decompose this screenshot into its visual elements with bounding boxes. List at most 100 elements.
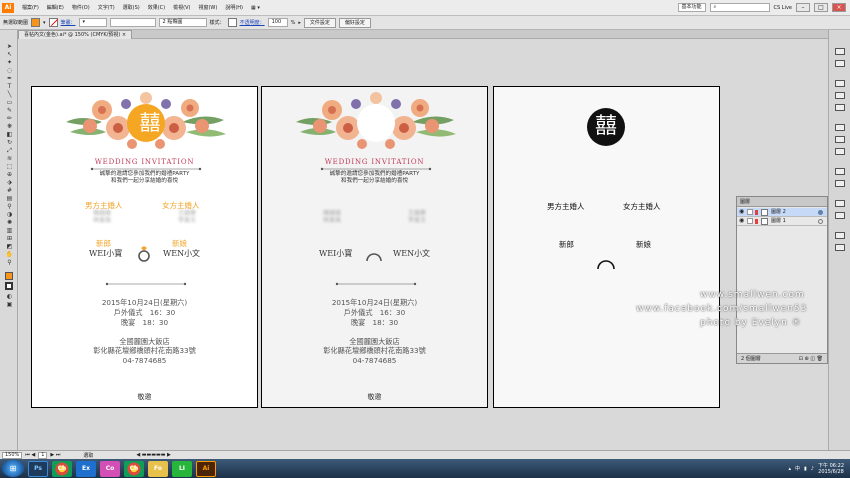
taskbar-chrome-2[interactable]: Ch — [124, 460, 144, 477]
menu-object[interactable]: 物件(O) — [68, 4, 94, 11]
cslive-button[interactable]: CS Live — [774, 5, 792, 11]
fill-swatch[interactable] — [31, 18, 41, 27]
lock-toggle-icon[interactable] — [747, 209, 753, 215]
minimize-button[interactable]: – — [796, 3, 810, 12]
fill-color-icon[interactable] — [5, 272, 13, 280]
input-method[interactable]: 中 — [795, 465, 800, 472]
artboards-panel-icon[interactable] — [835, 212, 845, 219]
menu-help[interactable]: 說明(H) — [221, 4, 247, 11]
taskbar-clock[interactable]: 下午 06:22 2015/6/28 — [818, 463, 844, 475]
selection-tool-icon[interactable]: ➤ — [5, 44, 14, 50]
variable-width-field[interactable] — [109, 18, 156, 27]
menu-select[interactable]: 選取(S) — [119, 4, 144, 11]
screen-mode-icon[interactable]: ▣ — [5, 302, 14, 308]
warp-tool-icon[interactable]: ≋ — [5, 156, 14, 162]
brush-definition-field[interactable]: 2 點橢圓 — [158, 18, 207, 27]
layer-name[interactable]: 圖層 2 — [771, 208, 786, 217]
lasso-tool-icon[interactable]: ◌ — [5, 68, 14, 74]
artboard-tool-icon[interactable]: ⊞ — [5, 236, 14, 242]
horizontal-scrollbar[interactable]: ◀ ▬▬▬▬▬ ▶ — [136, 452, 171, 458]
next-artboard-icon[interactable]: ▶ ⏭ — [50, 452, 60, 458]
symbol-sprayer-tool-icon[interactable]: ✺ — [5, 220, 14, 226]
network-icon[interactable]: ▮ — [804, 466, 807, 472]
target-circle-icon[interactable] — [818, 210, 823, 215]
start-button-icon[interactable]: ⊞ — [2, 460, 24, 477]
artboard-number-field[interactable]: 1 — [38, 451, 48, 459]
taskbar-chrome[interactable]: Ch — [52, 460, 72, 477]
color-guide-panel-icon[interactable] — [835, 60, 845, 67]
target-circle-icon[interactable] — [818, 219, 823, 224]
opacity-field[interactable]: 100 — [267, 18, 288, 27]
layer-actions-icons[interactable]: ⊡ ⊕ ◫ 🗑 — [799, 354, 823, 364]
symbols-panel-icon[interactable] — [835, 104, 845, 111]
drawing-mode-icon[interactable]: ◐ — [5, 294, 14, 300]
expand-arrow-icon[interactable]: ▸ — [298, 20, 301, 26]
layer-row[interactable]: ◉ 圖層 1 — [737, 217, 827, 226]
zoom-tool-icon[interactable]: ⚲ — [5, 260, 14, 266]
mesh-tool-icon[interactable]: # — [5, 188, 14, 194]
gradient-panel-icon[interactable] — [835, 136, 845, 143]
menu-type[interactable]: 文字(T) — [94, 4, 119, 11]
tray-arrow-icon[interactable]: ▴ — [789, 466, 792, 472]
taskbar-explorer[interactable]: Ex — [76, 460, 96, 477]
brushes-panel-icon[interactable] — [835, 92, 845, 99]
perspective-tool-icon[interactable]: ⬗ — [5, 180, 14, 186]
transparency-panel-icon[interactable] — [835, 148, 845, 155]
direct-selection-tool-icon[interactable]: ↖ — [5, 52, 14, 58]
line-tool-icon[interactable]: ╲ — [5, 92, 14, 98]
paintbrush-tool-icon[interactable]: ✎ — [5, 108, 14, 114]
close-tab-icon[interactable]: × — [122, 32, 126, 38]
free-transform-tool-icon[interactable]: ⬚ — [5, 164, 14, 170]
menu-edit[interactable]: 編輯(E) — [43, 4, 68, 11]
search-input[interactable]: ⌕ — [709, 3, 770, 12]
arrange-documents-icon[interactable]: ▦ ▾ — [247, 5, 264, 11]
workspace-switcher[interactable]: 基本功能 — [677, 3, 706, 12]
document-setup-button[interactable]: 文件設定 — [303, 17, 336, 28]
stroke-label[interactable]: 筆畫： — [61, 19, 76, 26]
menu-effect[interactable]: 效果(C) — [144, 4, 169, 11]
shape-builder-tool-icon[interactable]: ⊕ — [5, 172, 14, 178]
menu-window[interactable]: 視窗(W) — [194, 4, 221, 11]
taskbar-folder[interactable]: Fo — [148, 460, 168, 477]
layer-row[interactable]: ◉ 圖層 2 — [737, 208, 827, 217]
maximize-button[interactable]: □ — [814, 3, 828, 12]
appearance-panel-icon[interactable] — [835, 168, 845, 175]
hand-tool-icon[interactable]: ✋ — [5, 252, 14, 258]
blob-brush-tool-icon[interactable]: ❋ — [5, 124, 14, 130]
opacity-label[interactable]: 不透明度： — [240, 19, 265, 26]
color-panel-icon[interactable] — [835, 48, 845, 55]
pen-tool-icon[interactable]: ✒ — [5, 76, 14, 82]
stroke-swatch[interactable] — [48, 18, 58, 27]
lock-toggle-icon[interactable] — [747, 218, 753, 224]
artboard-floral[interactable]: WEDDING INVITATION 誠摯的邀請您參加我們的婚禮PARTY 和我… — [261, 86, 488, 408]
type-tool-icon[interactable]: T — [5, 84, 14, 90]
eyedropper-tool-icon[interactable]: ⚲ — [5, 204, 14, 210]
document-tab[interactable]: 喜帖內文(金色).ai* @ 150% (CMYK/預視) × — [18, 30, 133, 39]
menu-file[interactable]: 檔案(F) — [18, 4, 43, 11]
style-swatch[interactable] — [227, 18, 237, 27]
stroke-weight-field[interactable]: ▾ — [78, 18, 107, 27]
taskbar-illustrator[interactable]: Ai — [196, 460, 216, 477]
volume-icon[interactable]: ♪ — [811, 466, 814, 472]
preferences-button[interactable]: 偏好設定 — [338, 17, 371, 28]
layers-panel-tab[interactable]: 圖層 — [737, 197, 827, 207]
stroke-panel-icon[interactable] — [835, 124, 845, 131]
magic-wand-tool-icon[interactable]: ✦ — [5, 60, 14, 66]
close-button[interactable]: × — [832, 3, 846, 12]
visibility-eye-icon[interactable]: ◉ — [739, 209, 745, 215]
artboard-black[interactable]: 囍 男方主婚人 女方主婚人 新郎 新娘 — [493, 86, 720, 408]
artboard-gold[interactable]: 囍 WEDDING INVITATION 誠摯的邀請您參加我們的婚禮PARTY … — [31, 86, 258, 408]
dropdown-arrow-icon[interactable]: ▾ — [43, 20, 46, 26]
graphic-styles-panel-icon[interactable] — [835, 180, 845, 187]
stroke-color-icon[interactable] — [5, 282, 13, 290]
pathfinder-panel-icon[interactable] — [835, 244, 845, 251]
layers-panel-icon[interactable] — [835, 200, 845, 207]
layer-name[interactable]: 圖層 1 — [771, 217, 786, 226]
rectangle-tool-icon[interactable]: ▭ — [5, 100, 14, 106]
rotate-tool-icon[interactable]: ↻ — [5, 140, 14, 146]
column-graph-tool-icon[interactable]: ▥ — [5, 228, 14, 234]
scale-tool-icon[interactable]: ⤢ — [5, 148, 14, 154]
gradient-tool-icon[interactable]: ▤ — [5, 196, 14, 202]
pencil-tool-icon[interactable]: ✏ — [5, 116, 14, 122]
menu-view[interactable]: 檢視(V) — [169, 4, 194, 11]
